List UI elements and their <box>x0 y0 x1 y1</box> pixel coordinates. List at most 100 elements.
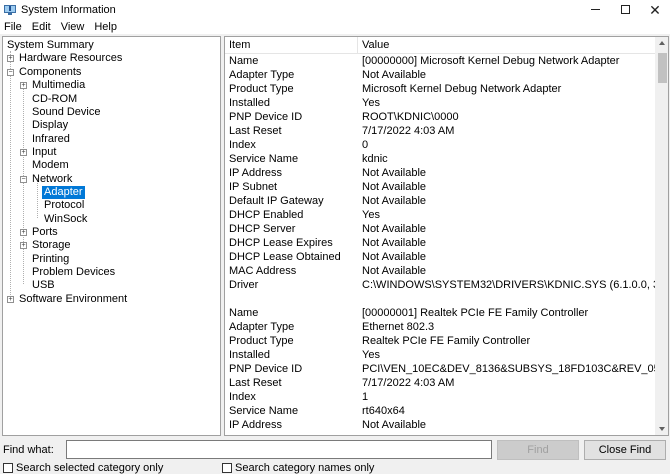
system-information-icon <box>4 4 16 16</box>
row-value: Yes <box>362 209 380 221</box>
search-names-checkbox-row[interactable]: Search category names only <box>222 462 374 474</box>
table-row[interactable]: IP Address Not Available <box>225 418 655 432</box>
table-row[interactable]: DHCP Lease Obtained Not Available <box>225 250 655 264</box>
table-row[interactable]: Product Type Realtek PCIe FE Family Contr… <box>225 334 655 348</box>
row-value: Microsoft Kernel Debug Network Adapter <box>362 83 562 95</box>
row-value: Not Available <box>362 237 427 249</box>
collapse-icon[interactable]: − <box>20 176 27 183</box>
tree-item-cd-rom[interactable]: CD-ROM <box>3 93 220 106</box>
close-find-button[interactable]: Close Find <box>584 440 666 460</box>
menu-edit[interactable]: Edit <box>27 21 56 33</box>
column-divider[interactable] <box>357 37 358 54</box>
tree-item-infrared[interactable]: Infrared <box>3 133 220 146</box>
table-row[interactable]: Last Reset 7/17/2022 4:03 AM <box>225 376 655 390</box>
tree-item-storage[interactable]: + Storage <box>3 239 220 252</box>
table-row[interactable]: Last Reset 7/17/2022 4:03 AM <box>225 124 655 138</box>
table-row[interactable]: Service Name rt640x64 <box>225 404 655 418</box>
menu-view[interactable]: View <box>56 21 90 33</box>
table-row[interactable]: Driver C:\WINDOWS\SYSTEM32\DRIVERS\KDNIC.… <box>225 278 668 292</box>
table-row[interactable]: DHCP Lease Expires Not Available <box>225 236 655 250</box>
table-row[interactable]: MAC Address Not Available <box>225 264 655 278</box>
tree-item-label: Sound Device <box>32 106 101 118</box>
menu-file[interactable]: File <box>0 21 27 33</box>
tree-item-sound-device[interactable]: Sound Device <box>3 106 220 119</box>
tree-item-usb[interactable]: USB <box>3 279 220 292</box>
search-category-names-checkbox[interactable] <box>222 463 232 473</box>
scroll-down-icon[interactable] <box>659 427 665 431</box>
tree-item-display[interactable]: Display <box>3 119 220 132</box>
table-row[interactable]: PNP Device ID ROOT\KDNIC\0000 <box>225 110 655 124</box>
scroll-thumb[interactable] <box>658 53 667 83</box>
row-item: Adapter Type <box>229 69 295 81</box>
table-row[interactable]: Installed Yes <box>225 348 655 362</box>
row-item: Last Reset <box>229 125 282 137</box>
find-what-input[interactable] <box>66 440 492 459</box>
expand-icon[interactable]: + <box>20 242 27 249</box>
row-value: Not Available <box>362 181 427 193</box>
search-selected-category-checkbox[interactable] <box>3 463 13 473</box>
table-row[interactable]: Installed Yes <box>225 96 655 110</box>
expand-icon[interactable]: + <box>7 296 14 303</box>
row-item: Index <box>229 391 256 403</box>
row-item: Driver <box>229 279 259 291</box>
row-item: IP Address <box>229 419 282 431</box>
table-row[interactable]: Service Name kdnic <box>225 152 655 166</box>
table-row[interactable]: Product Type Microsoft Kernel Debug Netwo… <box>225 82 655 96</box>
close-button[interactable]: ✕ <box>640 0 670 19</box>
tree-item-protocol[interactable]: Protocol <box>3 199 220 212</box>
row-value: PCI\VEN_10EC&DEV_8136&SUBSYS_18FD103C&RE… <box>362 363 668 375</box>
tree-item-components[interactable]: − Components <box>3 66 220 79</box>
details-list[interactable]: Item Value Name [00000000] Microsoft Kern… <box>224 36 669 436</box>
row-item: IP Subnet <box>229 181 278 193</box>
tree-item-winsock[interactable]: WinSock <box>3 213 220 226</box>
tree-item-label: Display <box>32 119 69 131</box>
table-row[interactable]: Name [00000001] Realtek PCIe FE Family Co… <box>225 306 655 320</box>
expand-icon[interactable]: + <box>20 149 27 156</box>
table-row[interactable]: DHCP Server Not Available <box>225 222 655 236</box>
table-row[interactable]: IP Subnet Not Available <box>225 180 655 194</box>
tree-item-ports[interactable]: + Ports <box>3 226 220 239</box>
tree-item-label: Modem <box>32 159 69 171</box>
table-row[interactable] <box>225 292 655 306</box>
find-button[interactable]: Find <box>497 440 579 460</box>
maximize-button[interactable] <box>610 0 640 19</box>
tree-item-software-environment[interactable]: + Software Environment <box>3 293 220 306</box>
menu-help[interactable]: Help <box>89 21 122 33</box>
expand-icon[interactable]: + <box>20 229 27 236</box>
table-row[interactable]: Adapter Type Not Available <box>225 68 655 82</box>
table-row[interactable]: Default IP Gateway Not Available <box>225 194 655 208</box>
column-header-value[interactable]: Value <box>362 39 389 51</box>
vertical-scrollbar[interactable] <box>655 37 668 435</box>
row-value: rt640x64 <box>362 405 405 417</box>
category-tree[interactable]: System Summary + Hardware Resources − Co… <box>2 36 221 436</box>
collapse-icon[interactable]: − <box>7 69 14 76</box>
row-item: Last Reset <box>229 377 282 389</box>
table-row[interactable]: Index 0 <box>225 138 655 152</box>
table-row[interactable]: Adapter Type Ethernet 802.3 <box>225 320 655 334</box>
table-row[interactable]: Name [00000000] Microsoft Kernel Debug Ne… <box>225 54 655 68</box>
tree-item-network[interactable]: − Network <box>3 173 220 186</box>
list-header: Item Value <box>225 37 655 54</box>
tree-item-hardware-resources[interactable]: + Hardware Resources <box>3 52 220 65</box>
expand-icon[interactable]: + <box>20 82 27 89</box>
table-row[interactable]: Index 1 <box>225 390 655 404</box>
search-selected-category-checkbox-row[interactable]: Search selected category only <box>3 462 163 474</box>
row-item: IP Address <box>229 167 282 179</box>
tree-item-printing[interactable]: Printing <box>3 253 220 266</box>
minimize-icon <box>590 9 600 10</box>
tree-item-adapter[interactable]: Adapter <box>3 186 220 199</box>
tree-item-input[interactable]: + Input <box>3 146 220 159</box>
tree-item-multimedia[interactable]: + Multimedia <box>3 79 220 92</box>
expand-icon[interactable]: + <box>7 55 14 62</box>
tree-item-modem[interactable]: Modem <box>3 159 220 172</box>
tree-item-problem-devices[interactable]: Problem Devices <box>3 266 220 279</box>
row-item: Service Name <box>229 153 299 165</box>
tree-item-label: Components <box>19 66 82 78</box>
minimize-button[interactable] <box>580 0 610 19</box>
column-header-item[interactable]: Item <box>229 39 250 51</box>
scroll-up-icon[interactable] <box>659 41 665 45</box>
table-row[interactable]: IP Address Not Available <box>225 166 655 180</box>
table-row[interactable]: PNP Device ID PCI\VEN_10EC&DEV_8136&SUBSY… <box>225 362 668 376</box>
table-row[interactable]: DHCP Enabled Yes <box>225 208 655 222</box>
tree-item-label: System Summary <box>7 39 94 51</box>
